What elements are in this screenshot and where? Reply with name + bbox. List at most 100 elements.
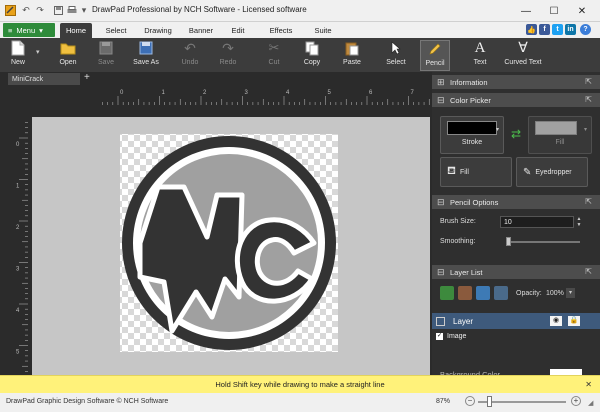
copy-button[interactable]: Copy xyxy=(298,40,326,71)
title-bar: ↶ ↷ ▾ DrawPad Professional by NCH Softwa… xyxy=(0,0,600,22)
menu-button[interactable]: ≡ Menu ▾ xyxy=(3,23,55,37)
tab-select[interactable]: Select xyxy=(100,23,132,38)
select-tool-button[interactable]: Select xyxy=(382,40,410,71)
pencil-label: Pencil xyxy=(425,60,445,67)
new-dropdown-chevron-icon[interactable]: ▾ xyxy=(36,48,40,56)
ruler-label: 5 xyxy=(328,90,332,96)
tab-banner[interactable]: Banner xyxy=(184,23,218,38)
information-panel-header[interactable]: ⊞ Information ⇱ xyxy=(432,75,600,89)
swap-colors-icon[interactable]: ⇄ xyxy=(508,124,524,144)
minimize-button[interactable]: — xyxy=(512,0,540,22)
eye-icon[interactable]: ◉ xyxy=(550,316,562,326)
layer-list-panel-header[interactable]: ⊟ Layer List ⇱ xyxy=(432,265,600,279)
fill-color-swatch[interactable]: Fill ▾ xyxy=(528,116,592,154)
eyedropper-button[interactable]: ✎ Eyedropper xyxy=(516,157,588,187)
pin-icon[interactable]: ⇱ xyxy=(585,95,592,104)
new-button[interactable]: New xyxy=(4,40,32,71)
chevron-down-icon: ▾ xyxy=(39,25,43,35)
quick-print-icon[interactable] xyxy=(66,4,78,17)
scissors-icon: ✂ xyxy=(268,40,280,55)
status-text: DrawPad Graphic Design Software © NCH So… xyxy=(6,398,169,405)
tab-edit[interactable]: Edit xyxy=(226,23,250,38)
canvas-area[interactable] xyxy=(28,105,432,375)
twitter-icon[interactable]: t xyxy=(552,24,563,35)
help-icon[interactable]: ? xyxy=(580,24,591,35)
facebook-icon[interactable]: f xyxy=(539,24,550,35)
maximize-button[interactable]: ☐ xyxy=(540,0,568,22)
stroke-color-preview xyxy=(447,121,497,135)
pin-icon[interactable]: ⇱ xyxy=(585,267,592,276)
eyedropper-icon: ✎ xyxy=(523,166,532,178)
add-tab-button[interactable]: + xyxy=(84,72,90,83)
hint-text: Hold Shift key while drawing to make a s… xyxy=(215,380,385,389)
smoothing-slider-thumb[interactable] xyxy=(506,237,511,246)
undo-button[interactable]: ↶ Undo xyxy=(176,40,204,71)
cut-label: Cut xyxy=(268,59,280,66)
hint-bar: Hold Shift key while drawing to make a s… xyxy=(0,375,600,393)
tab-drawing[interactable]: Drawing xyxy=(140,23,176,38)
zoom-in-button[interactable]: + xyxy=(571,396,581,406)
opacity-value[interactable]: 100% xyxy=(546,290,564,297)
layer-row[interactable]: Layer ◉ 🔒 xyxy=(432,313,600,329)
redo-icon: ↷ xyxy=(222,39,234,56)
fill-button[interactable]: ⛾ Fill xyxy=(440,157,512,187)
layer-list-title: Layer List xyxy=(450,267,483,277)
quick-access-chevron-icon[interactable]: ▾ xyxy=(80,4,88,17)
pin-icon[interactable]: ⇱ xyxy=(585,77,592,86)
hamburger-icon: ≡ xyxy=(8,25,13,35)
color-picker-panel-header[interactable]: ⊟ Color Picker ⇱ xyxy=(432,93,600,107)
document-tab[interactable]: MiniCrack xyxy=(8,73,80,85)
brush-size-stepper[interactable]: ▲ ▼ xyxy=(575,216,583,228)
chevron-down-icon: ▾ xyxy=(496,127,500,133)
menu-button-label: Menu xyxy=(16,25,36,35)
merge-layer-icon[interactable] xyxy=(494,286,508,300)
brush-size-input[interactable]: 10 xyxy=(500,216,574,228)
zoom-out-button[interactable]: − xyxy=(465,396,475,406)
pencil-tool-button[interactable]: Pencil xyxy=(420,40,450,71)
quick-undo-icon[interactable]: ↶ xyxy=(20,4,32,17)
ruler-label: 2 xyxy=(203,90,207,96)
paste-button[interactable]: Paste xyxy=(338,40,366,71)
status-bar: DrawPad Graphic Design Software © NCH So… xyxy=(0,393,600,412)
open-button[interactable]: Open xyxy=(54,40,82,71)
save-as-icon xyxy=(138,40,154,56)
cut-button[interactable]: ✂ Cut xyxy=(260,40,288,71)
delete-layer-icon[interactable] xyxy=(458,286,472,300)
save-label: Save xyxy=(98,59,114,66)
stroke-color-swatch[interactable]: Stroke ▾ xyxy=(440,116,504,154)
close-button[interactable]: ✕ xyxy=(568,0,596,22)
app-logo-icon xyxy=(4,4,16,17)
floppy-icon xyxy=(98,40,114,56)
zoom-slider-thumb[interactable] xyxy=(487,396,493,407)
duplicate-layer-icon[interactable] xyxy=(476,286,490,300)
opacity-dropdown-chevron-icon[interactable]: ▾ xyxy=(566,288,575,298)
tab-effects[interactable]: Effects xyxy=(264,23,298,38)
text-tool-button[interactable]: A Text xyxy=(466,40,494,71)
ruler-label: 2 xyxy=(16,225,20,231)
image-list-item[interactable]: ✓ Image xyxy=(436,333,466,340)
smoothing-slider-track[interactable] xyxy=(506,241,580,243)
save-button[interactable]: Save xyxy=(92,40,120,71)
pin-icon[interactable]: ⇱ xyxy=(585,197,592,206)
lock-icon[interactable]: 🔒 xyxy=(568,316,580,326)
quick-save-icon[interactable] xyxy=(52,4,64,17)
add-layer-icon[interactable] xyxy=(440,286,454,300)
tab-home[interactable]: Home xyxy=(60,23,92,38)
save-as-button[interactable]: Save As xyxy=(130,40,162,71)
paint-bucket-icon: ⛾ xyxy=(447,165,456,177)
close-hint-button[interactable]: ✕ xyxy=(585,380,592,389)
pencil-options-panel-header[interactable]: ⊟ Pencil Options ⇱ xyxy=(432,195,600,209)
ruler-label: 0 xyxy=(16,142,20,148)
curved-text-tool-button[interactable]: Ɐ Curved Text xyxy=(500,40,546,71)
checkbox-checked-icon[interactable]: ✓ xyxy=(436,333,443,340)
canvas-page[interactable] xyxy=(32,117,430,375)
paste-label: Paste xyxy=(343,59,361,66)
redo-button[interactable]: ↷ Redo xyxy=(214,40,242,71)
ruler-label: 4 xyxy=(16,308,20,314)
like-icon[interactable]: 👍 xyxy=(526,24,537,35)
tab-suite[interactable]: Suite xyxy=(310,23,336,38)
linkedin-icon[interactable]: in xyxy=(565,24,576,35)
quick-redo-icon[interactable]: ↷ xyxy=(34,4,46,17)
undo-label: Undo xyxy=(181,59,199,66)
collapse-icon: ⊟ xyxy=(437,95,445,105)
